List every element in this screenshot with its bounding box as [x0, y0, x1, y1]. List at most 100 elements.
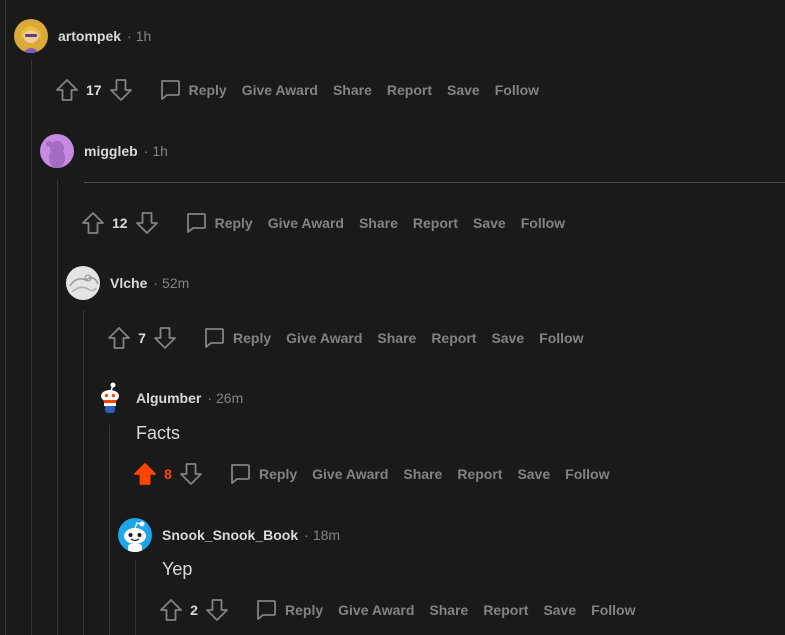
save-label: Save — [491, 330, 525, 346]
upvote-button[interactable] — [80, 209, 106, 237]
save-button[interactable]: Save — [447, 82, 480, 98]
comment-header: Algumber · 26m — [92, 380, 243, 416]
chat-bubble-icon — [202, 326, 226, 350]
follow-label: Follow — [520, 215, 566, 231]
reply-label: Reply — [188, 82, 227, 98]
reply-button[interactable]: Reply — [184, 211, 253, 235]
reply-button[interactable]: Reply — [202, 326, 271, 350]
timestamp[interactable]: 1h — [136, 28, 152, 44]
username[interactable]: artompek — [58, 28, 121, 44]
report-button[interactable]: Report — [457, 466, 502, 482]
follow-button[interactable]: Follow — [591, 602, 635, 618]
upvote-arrow-icon — [160, 599, 182, 621]
report-button[interactable]: Report — [413, 215, 458, 231]
reply-button[interactable]: Reply — [228, 462, 297, 486]
username[interactable]: Snook_Snook_Book — [162, 527, 298, 543]
comment-actions: 17 Reply Give Award Share Report Save Fo… — [54, 74, 539, 106]
follow-button[interactable]: Follow — [495, 82, 539, 98]
share-button[interactable]: Share — [403, 466, 442, 482]
thread-line[interactable] — [83, 310, 84, 635]
avatar[interactable] — [118, 518, 152, 552]
follow-button[interactable]: Follow — [565, 466, 609, 482]
downvote-button[interactable] — [152, 324, 178, 352]
give-award-button[interactable]: Give Award — [268, 215, 344, 231]
give-award-button[interactable]: Give Award — [338, 602, 414, 618]
thread-line[interactable] — [57, 180, 58, 635]
report-button[interactable]: Report — [483, 602, 528, 618]
upvote-button[interactable] — [106, 324, 132, 352]
save-button[interactable]: Save — [491, 330, 524, 346]
save-button[interactable]: Save — [517, 466, 550, 482]
upvote-arrow-icon — [134, 463, 156, 485]
report-label: Report — [483, 602, 529, 618]
chat-bubble-icon — [228, 462, 252, 486]
comment-header: Snook_Snook_Book · 18m — [118, 517, 340, 553]
reply-label: Reply — [214, 215, 253, 231]
save-button[interactable]: Save — [473, 215, 506, 231]
downvote-arrow-icon — [180, 463, 202, 485]
share-label: Share — [403, 466, 443, 482]
give-award-label: Give Award — [338, 602, 415, 618]
give-award-label: Give Award — [286, 330, 363, 346]
vote-score: 12 — [112, 215, 128, 231]
purple-snoo-avatar-icon — [40, 134, 74, 168]
username[interactable]: miggleb — [84, 143, 138, 159]
timestamp[interactable]: 26m — [216, 390, 243, 406]
upvote-arrow-icon — [82, 212, 104, 234]
downvote-button[interactable] — [204, 596, 230, 624]
upvote-button[interactable] — [54, 76, 80, 104]
comment-body: Facts — [136, 423, 181, 443]
report-button[interactable]: Report — [387, 82, 432, 98]
share-button[interactable]: Share — [429, 602, 468, 618]
reply-button[interactable]: Reply — [254, 598, 323, 622]
username[interactable]: Algumber — [136, 390, 201, 406]
avatar[interactable] — [92, 381, 126, 415]
give-award-button[interactable]: Give Award — [286, 330, 362, 346]
blue-snoo-avatar-icon — [118, 518, 152, 552]
save-label: Save — [447, 82, 480, 98]
share-button[interactable]: Share — [359, 215, 398, 231]
thread-line[interactable] — [135, 560, 136, 635]
thread-line[interactable] — [31, 60, 32, 635]
save-button[interactable]: Save — [543, 602, 576, 618]
timestamp[interactable]: 1h — [152, 143, 168, 159]
timestamp[interactable]: 52m — [162, 275, 189, 291]
upvote-arrow-icon — [108, 327, 130, 349]
timestamp[interactable]: 18m — [313, 527, 340, 543]
username[interactable]: Vlche — [110, 275, 147, 291]
avatar[interactable] — [14, 19, 48, 53]
save-label: Save — [543, 602, 577, 618]
share-button[interactable]: Share — [333, 82, 372, 98]
comment-actions: 7 Reply Give Award Share Report Save Fol… — [106, 322, 583, 354]
comment-actions: 8 Reply Give Award Share Report Save Fol… — [132, 458, 609, 490]
save-label: Save — [517, 466, 551, 482]
comment-header: artompek · 1h — [14, 18, 151, 54]
upvote-button[interactable] — [158, 596, 184, 624]
reply-button[interactable]: Reply — [158, 78, 227, 102]
follow-button[interactable]: Follow — [521, 215, 565, 231]
separator-dot: · — [127, 28, 132, 44]
thread-line[interactable] — [109, 425, 110, 635]
avatar[interactable] — [40, 134, 74, 168]
report-label: Report — [412, 215, 459, 231]
downvote-arrow-icon — [135, 212, 158, 234]
give-award-button[interactable]: Give Award — [312, 466, 388, 482]
give-award-button[interactable]: Give Award — [242, 82, 318, 98]
report-button[interactable]: Report — [431, 330, 476, 346]
separator-dot: · — [304, 527, 309, 543]
report-label: Report — [457, 466, 503, 482]
comment-body: Yep — [162, 559, 193, 579]
share-label: Share — [429, 602, 469, 618]
divider — [84, 182, 785, 183]
share-button[interactable]: Share — [377, 330, 416, 346]
comment-actions: 12 Reply Give Award Share Report Save Fo… — [80, 207, 565, 239]
thread-line[interactable] — [5, 0, 6, 635]
downvote-button[interactable] — [108, 76, 134, 104]
avatar[interactable] — [66, 266, 100, 300]
upvote-button[interactable] — [132, 460, 158, 488]
downvote-arrow-icon — [109, 79, 132, 101]
downvote-button[interactable] — [178, 460, 204, 488]
downvote-button[interactable] — [134, 209, 160, 237]
follow-button[interactable]: Follow — [539, 330, 583, 346]
chat-bubble-icon — [254, 598, 278, 622]
